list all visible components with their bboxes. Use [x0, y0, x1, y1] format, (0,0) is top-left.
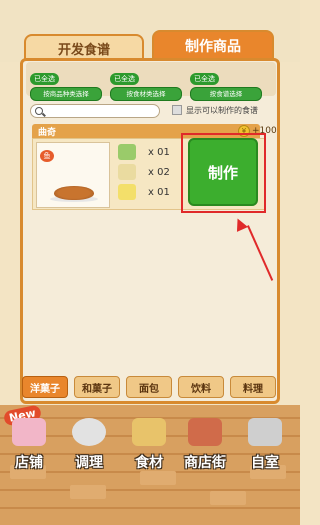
filter-bar: 已全选 按商品种类选择 已全选 按食材类选择 已全选 按食谱选择	[26, 62, 276, 101]
ingredient-qty: x 01	[148, 147, 170, 158]
shop-icon	[188, 418, 222, 446]
filter-by-product-type[interactable]: 已全选 按商品种类选择	[30, 66, 102, 101]
tab-dishes[interactable]: 料理	[230, 376, 276, 398]
nav-label: 调理	[75, 455, 103, 471]
nav-my-room[interactable]: 自室	[236, 418, 294, 480]
tab-drinks[interactable]: 饮料	[178, 376, 224, 398]
cake-icon	[12, 418, 46, 446]
filter-by-recipe[interactable]: 已全选 按食谱选择	[190, 66, 262, 101]
show-makeable-checkbox[interactable]	[172, 105, 182, 115]
fish-icon: 鱼	[40, 150, 54, 162]
top-tab-bar: 开发食谱 制作商品	[0, 0, 300, 62]
butter-icon	[118, 184, 136, 200]
filter-by-ingredient[interactable]: 已全选 按食材类选择	[110, 66, 182, 101]
nav-shopping-street[interactable]: 商店街	[176, 418, 234, 480]
tab-make-product[interactable]: 制作商品	[152, 30, 274, 60]
nav-shop[interactable]: 店铺	[0, 418, 58, 480]
filter-button[interactable]: 按食谱选择	[190, 87, 262, 101]
nav-label: 自室	[251, 455, 279, 471]
ingredient-row: x 01	[118, 184, 178, 202]
ingredient-row: x 02	[118, 164, 178, 182]
select-all-badge: 已全选	[190, 73, 219, 85]
nav-ingredients[interactable]: 食材	[120, 418, 178, 480]
nav-label: 店铺	[15, 455, 43, 471]
highlight-box	[181, 133, 266, 213]
search-icon	[35, 107, 43, 115]
herb-icon	[118, 144, 136, 160]
ingredient-qty: x 01	[148, 187, 170, 198]
show-makeable-label: 显示可以制作的食谱	[186, 106, 258, 115]
ingredient-qty: x 02	[148, 167, 170, 178]
select-all-badge: 已全选	[110, 73, 139, 85]
room-sign-icon	[248, 418, 282, 446]
flour-icon	[118, 164, 136, 180]
search-input[interactable]	[30, 104, 160, 118]
cooking-pot-icon	[72, 418, 106, 446]
select-all-badge: 已全选	[30, 73, 59, 85]
tab-develop-recipe[interactable]: 开发食谱	[24, 34, 144, 60]
recipe-name: 曲奇	[38, 128, 57, 138]
tab-japanese-sweets[interactable]: 和菓子	[74, 376, 120, 398]
nav-label: 食材	[135, 455, 163, 471]
tab-western-sweets[interactable]: 洋菓子	[22, 376, 68, 398]
nav-label: 商店街	[184, 455, 226, 471]
filter-button[interactable]: 按食材类选择	[110, 87, 182, 101]
category-tabs: 洋菓子 和菓子 面包 饮料 料理	[20, 374, 280, 402]
ingredient-row: x 01	[118, 144, 178, 162]
filter-button[interactable]: 按商品种类选择	[30, 87, 102, 101]
brick	[210, 491, 246, 505]
search-row: 显示可以制作的食谱	[30, 104, 276, 120]
brick	[70, 485, 106, 499]
nav-cooking[interactable]: 调理	[60, 418, 118, 480]
cookie-icon	[54, 186, 94, 200]
tab-bread[interactable]: 面包	[126, 376, 172, 398]
flour-sack-icon	[132, 418, 166, 446]
